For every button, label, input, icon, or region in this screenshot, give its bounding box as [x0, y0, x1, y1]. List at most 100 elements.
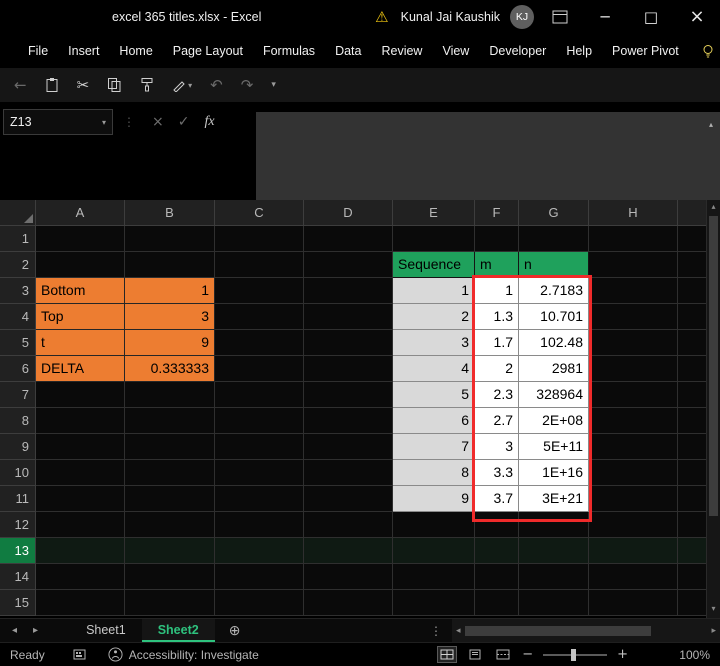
cell-C8[interactable] — [215, 408, 304, 434]
accessibility-status[interactable]: Accessibility: Investigate — [108, 647, 259, 662]
redo-icon[interactable]: ↷ — [241, 76, 254, 94]
cell-H9[interactable] — [589, 434, 678, 460]
ribbon-tab-formulas[interactable]: Formulas — [253, 34, 325, 68]
cell-B6[interactable]: 0.333333 — [125, 356, 215, 382]
cell-C11[interactable] — [215, 486, 304, 512]
cell-G3[interactable]: 2.7183 — [519, 278, 589, 304]
cell-G8[interactable]: 2E+08 — [519, 408, 589, 434]
row-header-11[interactable]: 11 — [0, 486, 36, 512]
row-header-4[interactable]: 4 — [0, 304, 36, 330]
cell-D11[interactable] — [304, 486, 393, 512]
cell-B14[interactable] — [125, 564, 215, 590]
ribbon-tab-power-pivot[interactable]: Power Pivot — [602, 34, 689, 68]
cell-D14[interactable] — [304, 564, 393, 590]
page-layout-view-icon[interactable] — [466, 647, 484, 662]
format-painter-icon[interactable] — [140, 77, 154, 93]
cell-B11[interactable] — [125, 486, 215, 512]
cell-D1[interactable] — [304, 226, 393, 252]
row-header-7[interactable]: 7 — [0, 382, 36, 408]
cell-F14[interactable] — [475, 564, 519, 590]
scroll-up-icon[interactable]: ▴ — [707, 200, 720, 214]
column-header-H[interactable]: H — [589, 200, 678, 226]
cell-G9[interactable]: 5E+11 — [519, 434, 589, 460]
sheet-tab-sheet2[interactable]: Sheet2 — [141, 619, 215, 642]
cell-A15[interactable] — [36, 590, 125, 616]
cell-C7[interactable] — [215, 382, 304, 408]
cell-E11[interactable]: 9 — [393, 486, 475, 512]
cell-F6[interactable]: 2 — [475, 356, 519, 382]
cell-G11[interactable]: 3E+21 — [519, 486, 589, 512]
cell-A4[interactable]: Top — [36, 304, 125, 330]
add-sheet-button[interactable]: ⊕ — [229, 622, 241, 639]
cell-E6[interactable]: 4 — [393, 356, 475, 382]
scroll-down-icon[interactable]: ▾ — [707, 602, 720, 616]
cell-A8[interactable] — [36, 408, 125, 434]
undo-icon[interactable]: ↶ — [210, 76, 223, 94]
cell-G1[interactable] — [519, 226, 589, 252]
cell-E14[interactable] — [393, 564, 475, 590]
avatar[interactable]: KJ — [510, 5, 534, 29]
cell-D5[interactable] — [304, 330, 393, 356]
cell-B8[interactable] — [125, 408, 215, 434]
cell-C3[interactable] — [215, 278, 304, 304]
cell-H11[interactable] — [589, 486, 678, 512]
zoom-slider[interactable] — [543, 648, 608, 661]
cell-E8[interactable]: 6 — [393, 408, 475, 434]
cell-E1[interactable] — [393, 226, 475, 252]
sheet-tab-menu-icon[interactable]: ⋮ — [430, 624, 442, 638]
cell-F3[interactable]: 1 — [475, 278, 519, 304]
tab-scroll-left-icon[interactable]: ◂ — [4, 625, 25, 636]
cell-F7[interactable]: 2.3 — [475, 382, 519, 408]
cell-B7[interactable] — [125, 382, 215, 408]
cell-A6[interactable]: DELTA — [36, 356, 125, 382]
row-header-9[interactable]: 9 — [0, 434, 36, 460]
cell-H1[interactable] — [589, 226, 678, 252]
insert-function-button[interactable]: fx — [204, 114, 214, 130]
cell-E10[interactable]: 8 — [393, 460, 475, 486]
cell-C14[interactable] — [215, 564, 304, 590]
column-header-A[interactable]: A — [36, 200, 125, 226]
row-header-3[interactable]: 3 — [0, 278, 36, 304]
cell-B5[interactable]: 9 — [125, 330, 215, 356]
column-header-B[interactable]: B — [125, 200, 215, 226]
cell-C10[interactable] — [215, 460, 304, 486]
cell-G5[interactable]: 102.48 — [519, 330, 589, 356]
formula-bar-collapse-icon[interactable]: ▴ — [709, 120, 713, 129]
cell-C1[interactable] — [215, 226, 304, 252]
row-header-15[interactable]: 15 — [0, 590, 36, 616]
cell-A14[interactable] — [36, 564, 125, 590]
cell-B2[interactable] — [125, 252, 215, 278]
cell-F15[interactable] — [475, 590, 519, 616]
cell-C13[interactable] — [215, 538, 304, 564]
row-header-13[interactable]: 13 — [0, 538, 36, 564]
cell-C4[interactable] — [215, 304, 304, 330]
column-header-C[interactable]: C — [215, 200, 304, 226]
cell-F2[interactable]: m — [475, 252, 519, 278]
cell-B13[interactable] — [125, 538, 215, 564]
cell-D4[interactable] — [304, 304, 393, 330]
cell-E2[interactable]: Sequence — [393, 252, 475, 278]
cell-D2[interactable] — [304, 252, 393, 278]
cell-H15[interactable] — [589, 590, 678, 616]
cell-H10[interactable] — [589, 460, 678, 486]
cell-B3[interactable]: 1 — [125, 278, 215, 304]
cell-C6[interactable] — [215, 356, 304, 382]
row-header-14[interactable]: 14 — [0, 564, 36, 590]
cell-B15[interactable] — [125, 590, 215, 616]
cell-F11[interactable]: 3.7 — [475, 486, 519, 512]
cell-A3[interactable]: Bottom — [36, 278, 125, 304]
cell-G6[interactable]: 2981 — [519, 356, 589, 382]
ribbon-display-options-icon[interactable] — [552, 10, 568, 24]
cell-D3[interactable] — [304, 278, 393, 304]
cell-B12[interactable] — [125, 512, 215, 538]
cell-F5[interactable]: 1.7 — [475, 330, 519, 356]
cell-A9[interactable] — [36, 434, 125, 460]
row-header-2[interactable]: 2 — [0, 252, 36, 278]
ribbon-tab-home[interactable]: Home — [109, 34, 162, 68]
ribbon-tab-review[interactable]: Review — [371, 34, 432, 68]
cell-A1[interactable] — [36, 226, 125, 252]
ribbon-tab-developer[interactable]: Developer — [479, 34, 556, 68]
cell-G12[interactable] — [519, 512, 589, 538]
cell-H7[interactable] — [589, 382, 678, 408]
cell-D6[interactable] — [304, 356, 393, 382]
